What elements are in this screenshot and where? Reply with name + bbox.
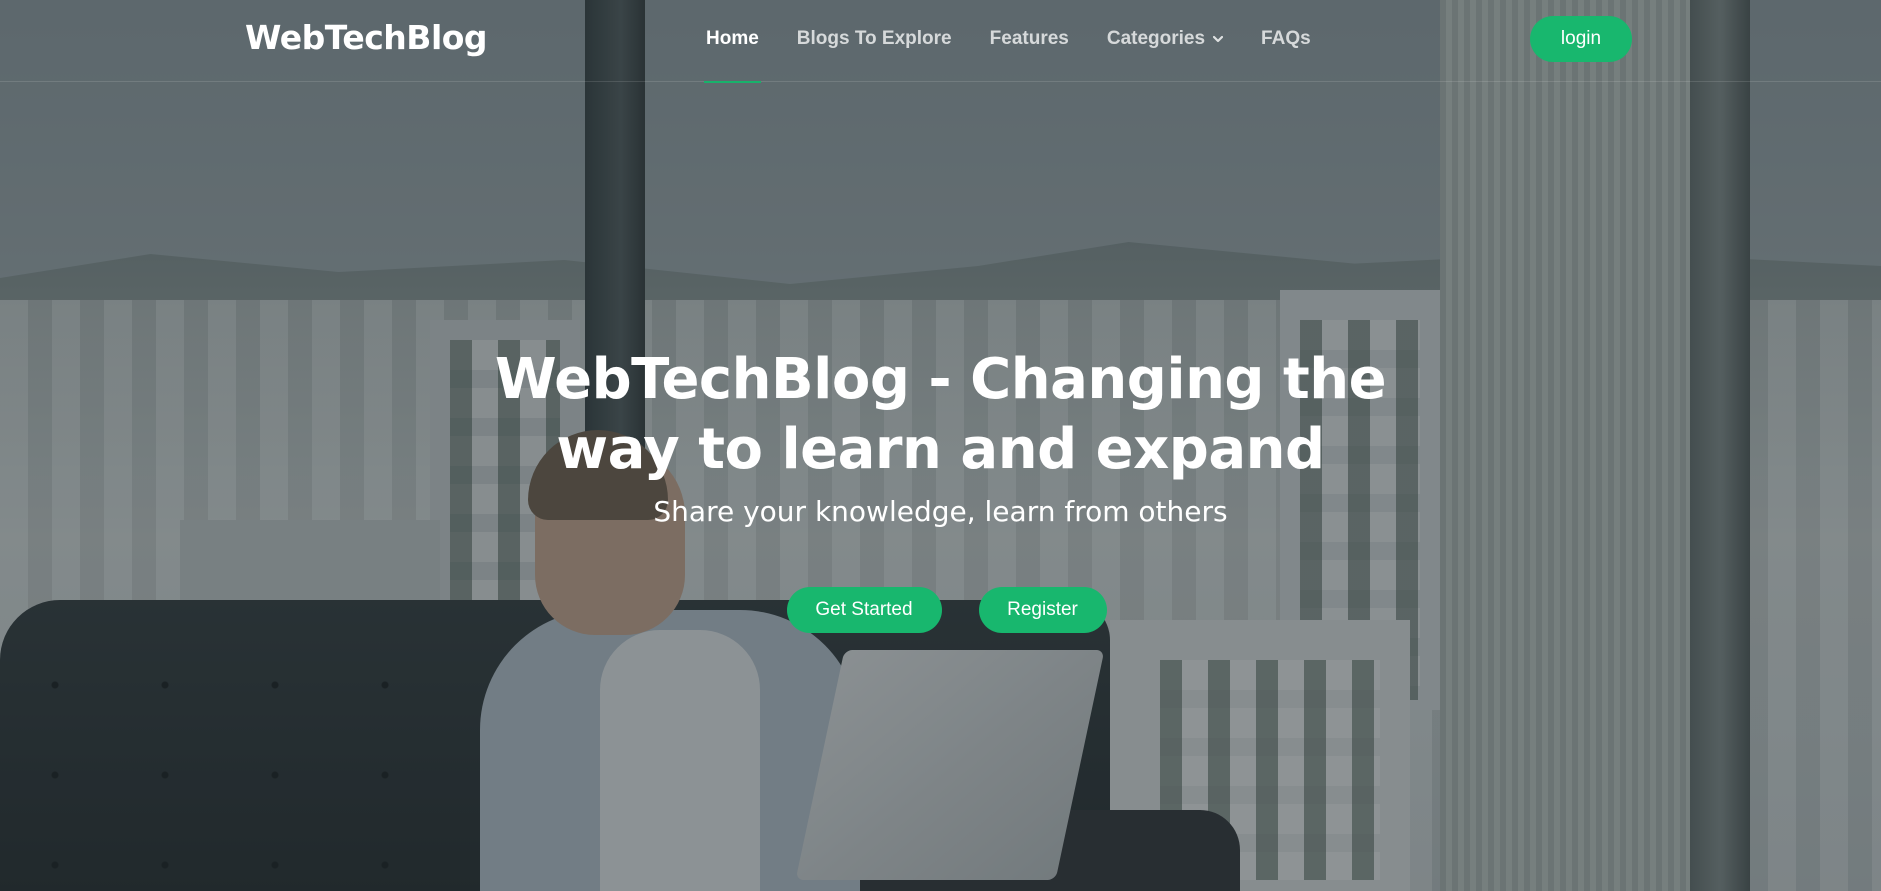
site-header: WebTechBlog Home Blogs To Explore Featur… [0, 0, 1881, 83]
nav-item-label: Features [989, 28, 1069, 49]
hero-section: WebTechBlog - Changing the way to learn … [0, 345, 1881, 528]
main-nav: Home Blogs To Explore Features Categorie… [704, 0, 1311, 83]
site-logo[interactable]: WebTechBlog [245, 18, 488, 57]
register-button[interactable]: Register [978, 587, 1107, 633]
chevron-down-icon [1213, 35, 1224, 43]
login-button[interactable]: login [1530, 16, 1632, 62]
nav-item-label: Blogs To Explore [796, 28, 952, 49]
hero-title: WebTechBlog - Changing the way to learn … [494, 347, 1387, 482]
hero-cta-row: Get Started Register [0, 587, 1881, 633]
nav-item-label: Categories [1106, 28, 1206, 49]
nav-item-home[interactable]: Home [704, 0, 761, 83]
get-started-button[interactable]: Get Started [786, 587, 942, 633]
nav-item-label: FAQs [1261, 28, 1311, 49]
nav-item-features[interactable]: Features [990, 0, 1069, 82]
nav-item-label: Home [706, 28, 759, 49]
nav-item-categories[interactable]: Categories [1106, 0, 1224, 82]
nav-item-blogs-to-explore[interactable]: Blogs To Explore [797, 0, 952, 82]
hero-subtitle: Share your knowledge, learn from others [653, 495, 1228, 528]
nav-item-faqs[interactable]: FAQs [1261, 0, 1311, 82]
